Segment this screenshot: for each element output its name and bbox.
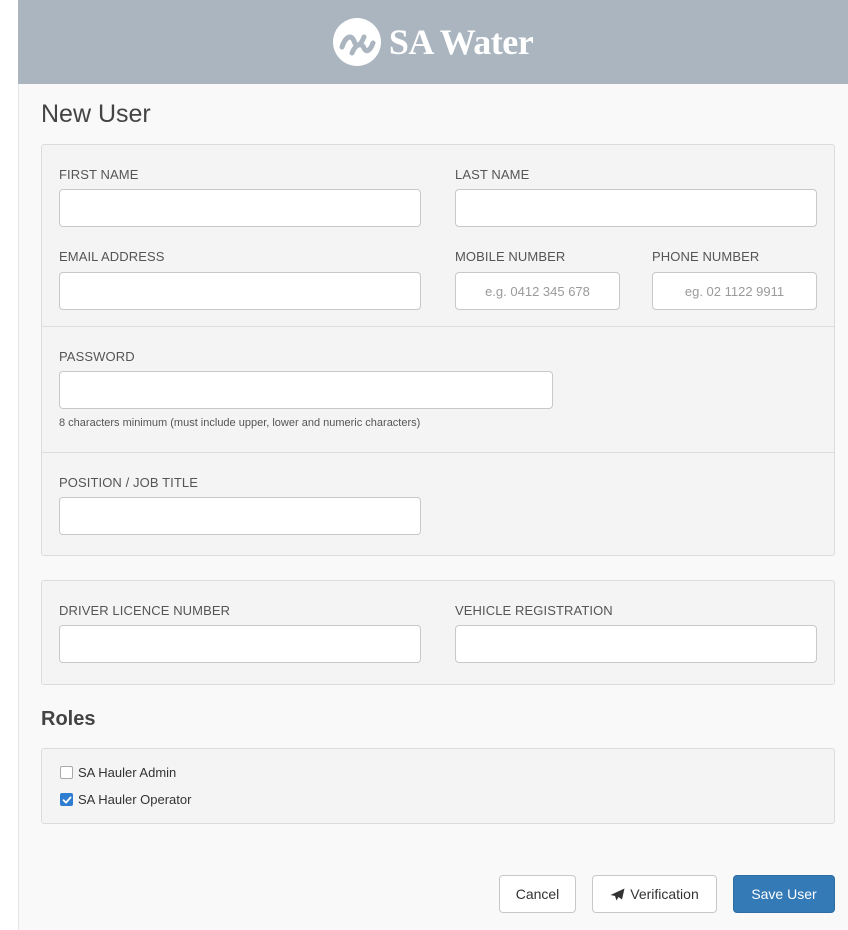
sa-water-logo-icon <box>332 18 381 66</box>
phone-number-label: PHONE NUMBER <box>652 249 760 264</box>
save-user-button[interactable]: Save User <box>733 875 835 913</box>
roles-panel: SA Hauler Admin SA Hauler Operator <box>41 748 835 824</box>
first-name-input[interactable] <box>59 189 421 227</box>
page-title: New User <box>41 100 151 128</box>
verification-button[interactable]: Verification <box>592 875 717 913</box>
panel-divider <box>42 326 834 327</box>
position-input[interactable] <box>59 497 421 535</box>
app-header: SA Water <box>18 0 848 84</box>
email-input[interactable] <box>59 272 421 310</box>
phone-number-input[interactable] <box>652 272 817 310</box>
password-help-text: 8 characters minimum (must include upper… <box>59 417 421 429</box>
role-label: SA Hauler Admin <box>78 765 177 780</box>
vehicle-registration-label: VEHICLE REGISTRATION <box>455 603 613 618</box>
last-name-label: LAST NAME <box>455 167 530 182</box>
verification-label: Verification <box>630 886 699 902</box>
vehicle-registration-input[interactable] <box>455 625 817 663</box>
brand-name: SA Water <box>388 22 534 62</box>
checkmark-icon <box>62 796 71 803</box>
driver-licence-label: DRIVER LICENCE NUMBER <box>59 603 231 618</box>
mobile-number-input[interactable] <box>455 272 620 310</box>
vehicle-details-panel: DRIVER LICENCE NUMBER VEHICLE REGISTRATI… <box>41 580 835 685</box>
paper-plane-icon <box>610 888 625 900</box>
checkbox[interactable] <box>60 766 73 779</box>
password-label: PASSWORD <box>59 349 135 364</box>
roles-title: Roles <box>41 708 96 730</box>
checkbox-checked[interactable] <box>60 793 73 806</box>
cancel-button[interactable]: Cancel <box>499 875 576 913</box>
first-name-label: FIRST NAME <box>59 167 139 182</box>
brand-logo: SA Water <box>332 18 534 66</box>
position-label: POSITION / JOB TITLE <box>59 475 199 490</box>
main-content: New User FIRST NAME LAST NAME EMAIL ADDR… <box>18 84 848 930</box>
panel-divider <box>42 452 834 453</box>
email-label: EMAIL ADDRESS <box>59 249 165 264</box>
role-option-admin[interactable]: SA Hauler Admin <box>60 765 176 780</box>
mobile-number-label: MOBILE NUMBER <box>455 249 566 264</box>
user-details-panel: FIRST NAME LAST NAME EMAIL ADDRESS MOBIL… <box>41 144 835 556</box>
password-input[interactable] <box>59 371 553 409</box>
role-option-operator[interactable]: SA Hauler Operator <box>60 792 191 807</box>
driver-licence-input[interactable] <box>59 625 421 663</box>
last-name-input[interactable] <box>455 189 817 227</box>
role-label: SA Hauler Operator <box>78 792 192 807</box>
